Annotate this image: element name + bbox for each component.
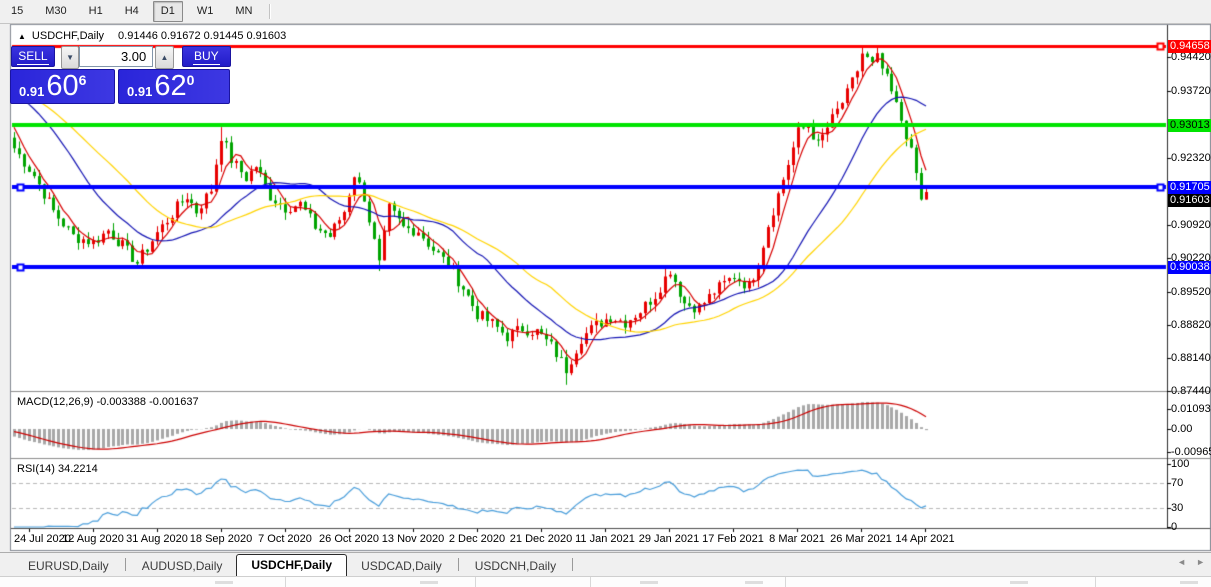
sliver-fragment bbox=[745, 581, 763, 584]
date-tick-label: 26 Mar 2021 bbox=[830, 533, 892, 545]
date-tick-label: 11 Jan 2021 bbox=[575, 533, 635, 545]
date-tick-label: 26 Oct 2020 bbox=[319, 533, 379, 545]
price-tick-label: 0.93720 bbox=[1171, 85, 1211, 98]
price-tick-label: 0.89520 bbox=[1171, 286, 1211, 299]
timeframe-button-15[interactable]: 15 bbox=[3, 1, 31, 22]
sell-button[interactable]: SELL bbox=[11, 46, 55, 67]
rsi-indicator-label: RSI(14) 34.2214 bbox=[17, 463, 98, 475]
sell-button-label: SELL bbox=[17, 49, 48, 65]
date-tick-label: 17 Feb 2021 bbox=[702, 533, 764, 545]
sliver-separator bbox=[285, 577, 286, 587]
mt4-terminal: { "toolbar": { "timeframes": [ {"label":… bbox=[0, 0, 1211, 587]
timeframe-button-h4[interactable]: H4 bbox=[117, 1, 147, 22]
buy-price-big-digits: 62 bbox=[154, 70, 186, 103]
spin-down-icon: ▼ bbox=[66, 53, 74, 62]
date-tick-label: 14 Apr 2021 bbox=[895, 533, 954, 545]
tab-separator bbox=[125, 558, 126, 571]
buy-price-prefix: 0.91 bbox=[119, 84, 154, 103]
price-tick-label: 0.90920 bbox=[1171, 219, 1211, 232]
date-tick-label: 31 Aug 2020 bbox=[126, 533, 188, 545]
sliver-fragment bbox=[215, 581, 233, 584]
toolbar-separator bbox=[269, 4, 271, 19]
chart-ohlc-quotes: 0.91446 0.91672 0.91445 0.91603 bbox=[118, 30, 286, 42]
buy-button[interactable]: BUY bbox=[182, 46, 231, 67]
price-tick-label: 0.88140 bbox=[1171, 352, 1211, 365]
date-tick-label: 8 Mar 2021 bbox=[769, 533, 825, 545]
volume-increase-button[interactable]: ▲ bbox=[155, 46, 173, 69]
price-line-label: 0.93013 bbox=[1168, 119, 1211, 132]
tab-scroll-left-icon[interactable]: ◄ bbox=[1177, 557, 1186, 567]
background-window-sliver bbox=[0, 576, 1211, 587]
sliver-fragment bbox=[640, 581, 658, 584]
rsi-tick-label: 100 bbox=[1171, 458, 1211, 471]
rsi-tick-label: 30 bbox=[1171, 502, 1211, 515]
tab-separator bbox=[572, 558, 573, 571]
tab-usdcad[interactable]: USDCAD,Daily bbox=[347, 556, 456, 576]
macd-indicator-label: MACD(12,26,9) -0.003388 -0.001637 bbox=[17, 396, 199, 408]
chart-title-row: ▲ USDCHF,Daily 0.91446 0.91672 0.91445 0… bbox=[18, 29, 286, 43]
sliver-separator bbox=[590, 577, 591, 587]
chart-tab-bar: EURUSD,DailyAUDUSD,DailyUSDCHF,DailyUSDC… bbox=[0, 552, 1211, 576]
tab-scroll-right-icon[interactable]: ► bbox=[1196, 557, 1205, 567]
macd-tick-label: 0.010933 bbox=[1171, 403, 1211, 416]
rsi-tick-label: 0 bbox=[1171, 521, 1211, 534]
volume-decrease-button[interactable]: ▼ bbox=[61, 46, 79, 69]
date-tick-label: 18 Sep 2020 bbox=[190, 533, 252, 545]
sliver-fragment bbox=[420, 581, 438, 584]
buy-price-display[interactable]: 0.91 62 0 bbox=[118, 69, 230, 104]
sell-price-pip-digit: 6 bbox=[79, 70, 87, 103]
date-tick-label: 7 Oct 2020 bbox=[258, 533, 312, 545]
collapse-arrow-icon[interactable]: ▲ bbox=[18, 32, 26, 41]
timeframe-button-mn[interactable]: MN bbox=[227, 1, 260, 22]
tab-usdchf[interactable]: USDCHF,Daily bbox=[236, 554, 347, 576]
date-tick-label: 12 Aug 2020 bbox=[62, 533, 124, 545]
spin-up-icon: ▲ bbox=[161, 53, 169, 62]
sell-price-prefix: 0.91 bbox=[11, 84, 46, 103]
one-click-trade-panel: SELL ▼ ▲ BUY 0.91 60 6 0.91 62 0 bbox=[10, 46, 231, 104]
sliver-separator bbox=[1095, 577, 1096, 587]
macd-tick-label: 0.00 bbox=[1171, 423, 1211, 436]
tab-eurusd[interactable]: EURUSD,Daily bbox=[14, 556, 123, 576]
buy-button-label: BUY bbox=[193, 49, 220, 65]
tab-separator bbox=[458, 558, 459, 571]
timeframe-button-w1[interactable]: W1 bbox=[189, 1, 222, 22]
price-tick-label: 0.88820 bbox=[1171, 319, 1211, 332]
date-tick-label: 29 Jan 2021 bbox=[639, 533, 700, 545]
timeframe-button-d1[interactable]: D1 bbox=[153, 1, 183, 22]
date-tick-label: 21 Dec 2020 bbox=[510, 533, 572, 545]
trade-panel-prices: 0.91 60 6 0.91 62 0 bbox=[10, 69, 231, 104]
sell-price-big-digits: 60 bbox=[46, 70, 78, 103]
chart-symbol-title: USDCHF,Daily bbox=[32, 30, 104, 42]
rsi-tick-label: 70 bbox=[1171, 477, 1211, 490]
buy-price-pip-digit: 0 bbox=[187, 70, 195, 103]
volume-input[interactable] bbox=[79, 46, 153, 67]
timeframe-toolbar: 15 M30 H1 H4 D1 W1MN bbox=[0, 0, 1211, 24]
price-line-label: 0.94658 bbox=[1168, 40, 1211, 53]
timeframe-button-h1[interactable]: H1 bbox=[81, 1, 111, 22]
price-tick-label: 0.87440 bbox=[1171, 385, 1211, 398]
tab-usdcnh[interactable]: USDCNH,Daily bbox=[461, 556, 570, 576]
sliver-fragment bbox=[1180, 581, 1198, 584]
sliver-separator bbox=[475, 577, 476, 587]
current-price-label: 0.91603 bbox=[1168, 194, 1211, 207]
sliver-fragment bbox=[1010, 581, 1028, 584]
date-tick-label: 2 Dec 2020 bbox=[449, 533, 505, 545]
sell-price-display[interactable]: 0.91 60 6 bbox=[10, 69, 115, 104]
date-tick-label: 13 Nov 2020 bbox=[382, 533, 444, 545]
price-line-label: 0.91705 bbox=[1168, 181, 1211, 194]
price-line-label: 0.90038 bbox=[1168, 261, 1211, 274]
trade-panel-controls: SELL ▼ ▲ BUY bbox=[10, 46, 231, 67]
tab-scroll-arrows: ◄ ► bbox=[1177, 557, 1205, 567]
price-tick-label: 0.92320 bbox=[1171, 152, 1211, 165]
sliver-separator bbox=[785, 577, 786, 587]
timeframe-button-m30[interactable]: M30 bbox=[37, 1, 74, 22]
tab-audusd[interactable]: AUDUSD,Daily bbox=[128, 556, 237, 576]
